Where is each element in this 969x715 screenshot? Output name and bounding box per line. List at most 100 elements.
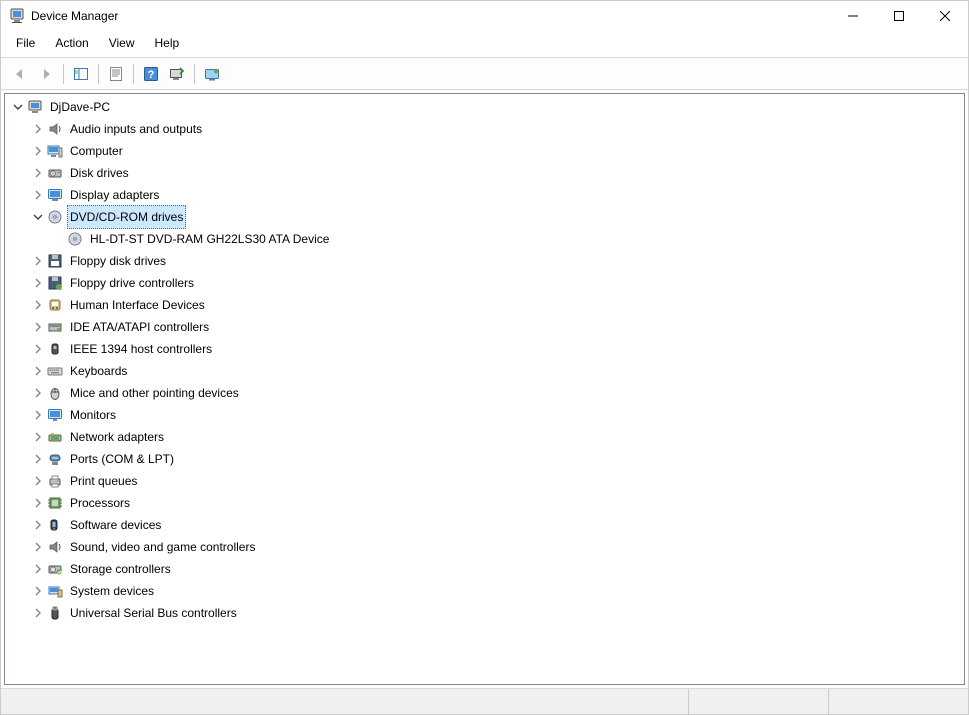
tree-category-label[interactable]: Computer: [67, 139, 126, 163]
tree-category-monitors[interactable]: Monitors: [5, 404, 964, 426]
display-icon: [47, 187, 63, 203]
tree-category-label[interactable]: Sound, video and game controllers: [67, 535, 258, 559]
tree-category-label[interactable]: Ports (COM & LPT): [67, 447, 177, 471]
minimize-button[interactable]: [830, 1, 876, 31]
expander-closed-icon[interactable]: [31, 518, 45, 532]
help-button[interactable]: ?: [139, 63, 163, 85]
expander-open-icon[interactable]: [11, 100, 25, 114]
tree-category-label[interactable]: Display adapters: [67, 183, 162, 207]
expander-closed-icon[interactable]: [31, 430, 45, 444]
tree-category-storage[interactable]: Storage controllers: [5, 558, 964, 580]
cpu-icon: [47, 495, 63, 511]
tree-device-label[interactable]: HL-DT-ST DVD-RAM GH22LS30 ATA Device: [87, 227, 332, 251]
expander-closed-icon[interactable]: [31, 166, 45, 180]
tree-category-ieee1394[interactable]: IEEE 1394 host controllers: [5, 338, 964, 360]
tree-category-processors[interactable]: Processors: [5, 492, 964, 514]
computer-icon: [47, 143, 63, 159]
menu-file[interactable]: File: [7, 33, 44, 53]
tree-category-ports[interactable]: Ports (COM & LPT): [5, 448, 964, 470]
tree-category-label[interactable]: IEEE 1394 host controllers: [67, 337, 215, 361]
port-icon: [47, 451, 63, 467]
toolbar: ?: [1, 58, 968, 90]
tree-category-label[interactable]: System devices: [67, 579, 157, 603]
expander-closed-icon[interactable]: [31, 474, 45, 488]
ide-icon: [47, 319, 63, 335]
audio-icon: [47, 121, 63, 137]
expander-closed-icon[interactable]: [31, 562, 45, 576]
expander-closed-icon[interactable]: [31, 122, 45, 136]
toolbar-separator: [98, 64, 99, 84]
tree-category-keyboards[interactable]: Keyboards: [5, 360, 964, 382]
forward-button[interactable]: [34, 63, 58, 85]
menu-help[interactable]: Help: [146, 33, 189, 53]
tree-category-hid[interactable]: Human Interface Devices: [5, 294, 964, 316]
tree-category-computer[interactable]: Computer: [5, 140, 964, 162]
expander-closed-icon[interactable]: [31, 584, 45, 598]
expander-closed-icon[interactable]: [31, 408, 45, 422]
tree-category-label[interactable]: IDE ATA/ATAPI controllers: [67, 315, 212, 339]
tree-category-label[interactable]: Human Interface Devices: [67, 293, 208, 317]
expander-closed-icon[interactable]: [31, 298, 45, 312]
tree-category-system[interactable]: System devices: [5, 580, 964, 602]
tree-category-label[interactable]: Print queues: [67, 469, 140, 493]
tree-category-sound[interactable]: Sound, video and game controllers: [5, 536, 964, 558]
tree-device-node[interactable]: HL-DT-ST DVD-RAM GH22LS30 ATA Device: [5, 228, 964, 250]
disk-icon: [47, 165, 63, 181]
expander-closed-icon[interactable]: [31, 276, 45, 290]
usb-icon: [47, 605, 63, 621]
expander-closed-icon[interactable]: [31, 496, 45, 510]
tree-category-label[interactable]: Floppy drive controllers: [67, 271, 197, 295]
tree-category-label[interactable]: Software devices: [67, 513, 164, 537]
expander-closed-icon[interactable]: [31, 606, 45, 620]
tree-category-label[interactable]: Mice and other pointing devices: [67, 381, 242, 405]
device-tree[interactable]: DjDave-PCAudio inputs and outputsCompute…: [4, 93, 965, 685]
tree-category-ide[interactable]: IDE ATA/ATAPI controllers: [5, 316, 964, 338]
expander-closed-icon[interactable]: [31, 144, 45, 158]
window-controls: [830, 1, 968, 31]
tree-category-software[interactable]: Software devices: [5, 514, 964, 536]
tree-category-dvd[interactable]: DVD/CD-ROM drives: [5, 206, 964, 228]
tree-category-label[interactable]: Storage controllers: [67, 557, 174, 581]
menu-view[interactable]: View: [100, 33, 144, 53]
add-legacy-hardware-button[interactable]: [200, 63, 224, 85]
expander-closed-icon[interactable]: [31, 342, 45, 356]
tree-category-label[interactable]: Floppy disk drives: [67, 249, 169, 273]
tree-category-label[interactable]: Audio inputs and outputs: [67, 117, 205, 141]
tree-category-printq[interactable]: Print queues: [5, 470, 964, 492]
tree-root-label[interactable]: DjDave-PC: [47, 95, 113, 119]
tree-category-network[interactable]: Network adapters: [5, 426, 964, 448]
expander-closed-icon[interactable]: [31, 320, 45, 334]
tree-category-label[interactable]: Monitors: [67, 403, 119, 427]
close-button[interactable]: [922, 1, 968, 31]
tree-category-label[interactable]: Disk drives: [67, 161, 132, 185]
back-button[interactable]: [8, 63, 32, 85]
expander-closed-icon[interactable]: [31, 364, 45, 378]
tree-category-label[interactable]: DVD/CD-ROM drives: [67, 205, 186, 229]
expander-open-icon[interactable]: [31, 210, 45, 224]
show-hide-tree-button[interactable]: [69, 63, 93, 85]
tree-category-display[interactable]: Display adapters: [5, 184, 964, 206]
expander-closed-icon[interactable]: [31, 254, 45, 268]
tree-category-floppyctrl[interactable]: Floppy drive controllers: [5, 272, 964, 294]
tree-category-label[interactable]: Processors: [67, 491, 133, 515]
tree-category-usb[interactable]: Universal Serial Bus controllers: [5, 602, 964, 624]
tree-category-label[interactable]: Universal Serial Bus controllers: [67, 601, 240, 625]
svg-text:?: ?: [148, 69, 155, 81]
expander-closed-icon[interactable]: [31, 540, 45, 554]
tree-category-audio[interactable]: Audio inputs and outputs: [5, 118, 964, 140]
properties-button[interactable]: [104, 63, 128, 85]
tree-category-mice[interactable]: Mice and other pointing devices: [5, 382, 964, 404]
expander-closed-icon[interactable]: [31, 386, 45, 400]
monitor-icon: [47, 407, 63, 423]
tree-category-disks[interactable]: Disk drives: [5, 162, 964, 184]
tree-category-label[interactable]: Keyboards: [67, 359, 130, 383]
tree-root-node[interactable]: DjDave-PC: [5, 96, 964, 118]
tree-category-floppy[interactable]: Floppy disk drives: [5, 250, 964, 272]
computer-icon: [27, 99, 43, 115]
scan-hardware-button[interactable]: [165, 63, 189, 85]
expander-closed-icon[interactable]: [31, 188, 45, 202]
tree-category-label[interactable]: Network adapters: [67, 425, 167, 449]
expander-closed-icon[interactable]: [31, 452, 45, 466]
menu-action[interactable]: Action: [46, 33, 97, 53]
maximize-button[interactable]: [876, 1, 922, 31]
